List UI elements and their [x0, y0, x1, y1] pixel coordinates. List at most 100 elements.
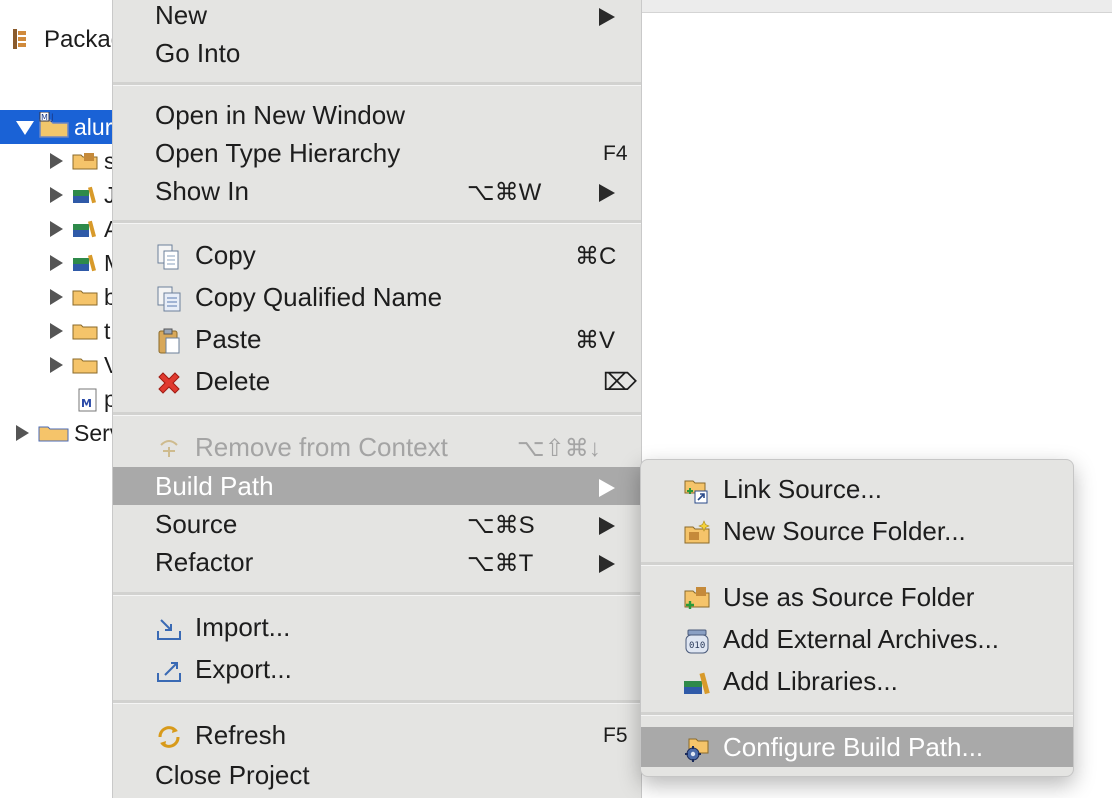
menu-item-label: Build Path	[155, 471, 274, 501]
configure-build-path-icon	[685, 738, 709, 762]
shortcut-label: F5	[603, 724, 628, 747]
build-path-submenu: Link Source... New Source Folder... Use …	[640, 459, 1074, 777]
tree-row[interactable]: s	[0, 144, 112, 178]
copy-icon	[157, 244, 179, 270]
menu-separator	[113, 592, 641, 596]
menu-item-label: Open in New Window	[155, 100, 405, 130]
package-explorer-icon	[13, 29, 26, 49]
menu-item-refresh[interactable]: Refresh F5	[113, 716, 641, 754]
folder-icon	[72, 324, 98, 340]
submenu-item-use-as-source-folder[interactable]: Use as Source Folder	[641, 577, 1073, 617]
tree-label: J	[104, 182, 112, 208]
menu-item-label: Copy Qualified Name	[195, 282, 443, 312]
menu-item-label: New	[155, 0, 208, 30]
expand-triangle-icon[interactable]	[16, 425, 29, 441]
submenu-item-new-source-folder[interactable]: New Source Folder...	[641, 511, 1073, 551]
delete-icon	[158, 372, 180, 394]
tree-row[interactable]: t	[0, 314, 112, 348]
menu-item-paste[interactable]: Paste ⌘V	[113, 320, 641, 358]
submenu-item-label: Use as Source Folder	[723, 582, 975, 612]
tree-row[interactable]: A	[0, 212, 112, 246]
svg-text:010: 010	[689, 641, 705, 651]
svg-text:M: M	[41, 113, 48, 122]
menu-item-copy-qualified-name[interactable]: Copy Qualified Name	[113, 278, 641, 316]
menu-separator	[113, 220, 641, 224]
expand-triangle-icon[interactable]	[50, 323, 63, 339]
tree-label: t	[104, 318, 111, 344]
tree-row[interactable]: Serv	[0, 416, 112, 450]
menu-item-label: Export...	[195, 654, 292, 684]
shortcut-label: ⌘V	[575, 327, 616, 354]
expand-triangle-icon[interactable]	[16, 121, 34, 135]
submenu-item-label: Link Source...	[723, 474, 882, 504]
library-icon	[73, 220, 97, 238]
menu-item-export[interactable]: Export...	[113, 650, 641, 688]
expand-triangle-icon[interactable]	[50, 357, 63, 373]
submenu-item-add-external-archives[interactable]: 010 Add External Archives...	[641, 619, 1073, 659]
shortcut-label: ⌥⌘W	[467, 179, 542, 206]
tree-row[interactable]: J	[0, 178, 112, 212]
menu-item-refactor[interactable]: Refactor ⌥⌘T	[113, 543, 641, 581]
menu-item-label: Show In	[155, 176, 249, 206]
folder-icon	[72, 290, 98, 306]
menu-item-delete[interactable]: Delete ⌦	[113, 362, 641, 400]
package-explorer-header: Packag	[0, 0, 124, 68]
menu-item-label: Paste	[195, 324, 262, 354]
maven-pom-icon: M	[78, 388, 97, 412]
copy-qualified-name-icon	[157, 286, 181, 312]
tree-row[interactable]: b	[0, 280, 112, 314]
menu-item-new[interactable]: New	[113, 0, 641, 34]
tree-label: alur	[74, 114, 112, 140]
tree-row[interactable]: M p	[0, 382, 112, 416]
menu-item-open-new-window[interactable]: Open in New Window	[113, 96, 641, 134]
menu-item-open-type-hierarchy[interactable]: Open Type Hierarchy F4	[113, 134, 641, 172]
tree-row[interactable]: M	[0, 246, 112, 280]
submenu-item-link-source[interactable]: Link Source...	[641, 469, 1073, 509]
expand-triangle-icon[interactable]	[50, 153, 63, 169]
submenu-item-label: New Source Folder...	[723, 516, 966, 546]
menu-item-label: Delete	[195, 366, 271, 396]
submenu-item-label: Add External Archives...	[723, 624, 1000, 654]
menu-item-label: Refresh	[195, 720, 287, 750]
refresh-icon	[158, 726, 180, 748]
shortcut-label: ⌘C	[575, 243, 617, 270]
library-icon	[73, 186, 97, 204]
shortcut-label: ⌥⌘T	[467, 550, 534, 577]
import-icon	[157, 619, 181, 640]
menu-item-build-path[interactable]: Build Path	[113, 467, 641, 505]
expand-triangle-icon[interactable]	[50, 221, 63, 237]
context-menu: New Go Into Open in New Window Open Type…	[112, 0, 642, 798]
menu-item-import[interactable]: Import...	[113, 608, 641, 646]
shortcut-label: F4	[603, 142, 628, 165]
submenu-item-add-libraries[interactable]: Add Libraries...	[641, 661, 1073, 701]
expand-triangle-icon[interactable]	[50, 289, 63, 305]
library-icon	[684, 672, 710, 695]
submenu-arrow-icon	[599, 517, 615, 535]
submenu-arrow-icon	[599, 555, 615, 573]
tree-label: s	[104, 148, 112, 174]
tree-label: M	[104, 250, 112, 277]
expand-triangle-icon[interactable]	[50, 255, 63, 271]
menu-item-label: Source	[155, 509, 238, 539]
menu-item-source[interactable]: Source ⌥⌘S	[113, 505, 641, 543]
library-icon	[73, 254, 97, 272]
link-source-icon	[684, 480, 708, 504]
svg-text:M: M	[81, 397, 92, 410]
submenu-item-configure-build-path[interactable]: Configure Build Path...	[641, 727, 1073, 767]
menu-item-go-into[interactable]: Go Into	[113, 34, 641, 72]
submenu-arrow-icon	[599, 184, 615, 202]
menu-item-close-project[interactable]: Close Project	[113, 756, 641, 794]
tree-label: p	[104, 386, 112, 412]
tree-label: A	[104, 216, 112, 242]
use-as-source-folder-icon	[684, 587, 710, 609]
menu-item-label: Refactor	[155, 547, 254, 577]
menu-item-copy[interactable]: Copy ⌘C	[113, 236, 641, 274]
menu-separator	[113, 700, 641, 704]
tree-row-project[interactable]: M J alur	[0, 110, 112, 144]
menu-item-show-in[interactable]: Show In ⌥⌘W	[113, 172, 641, 210]
tree-row[interactable]: V	[0, 348, 112, 382]
expand-triangle-icon[interactable]	[50, 187, 63, 203]
svg-text:J: J	[50, 113, 54, 123]
tree-label: b	[104, 284, 112, 310]
menu-item-label: Go Into	[155, 38, 241, 68]
